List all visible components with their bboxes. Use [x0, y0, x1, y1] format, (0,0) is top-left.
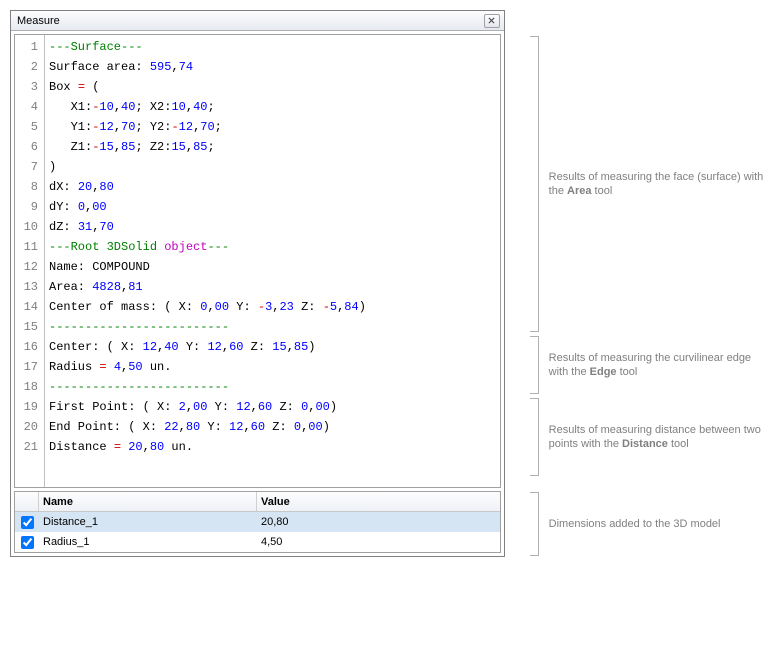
- code-lines: ---Surface---Surface area: 595,74Box = (…: [45, 35, 370, 487]
- code-line: Area: 4828,81: [49, 277, 366, 297]
- code-line: ---Root 3DSolid object---: [49, 237, 366, 257]
- annotation-text: Results of measuring the face (surface) …: [549, 170, 765, 198]
- col-name[interactable]: Name: [39, 492, 257, 511]
- row-name: Radius_1: [39, 536, 257, 548]
- code-line: X1:-10,40; X2:10,40;: [49, 97, 366, 117]
- code-line: dZ: 31,70: [49, 217, 366, 237]
- code-line: End Point: ( X: 22,80 Y: 12,60 Z: 0,00): [49, 417, 366, 437]
- bracket-icon: [519, 398, 539, 476]
- annotation: Results of measuring the curvilinear edg…: [519, 336, 765, 394]
- code-line: ---Surface---: [49, 37, 366, 57]
- table-body: Distance_120,80Radius_14,50: [15, 512, 500, 552]
- measure-panel: Measure 12345678910111213141516171819202…: [10, 10, 505, 557]
- close-icon: [488, 17, 495, 24]
- code-line: ): [49, 157, 366, 177]
- annotation: Results of measuring the face (surface) …: [519, 36, 765, 332]
- table-row[interactable]: Distance_120,80: [15, 512, 500, 532]
- annotation: Results of measuring distance between tw…: [519, 398, 765, 476]
- bracket-icon: [519, 36, 539, 332]
- row-name: Distance_1: [39, 516, 257, 528]
- code-line: dY: 0,00: [49, 197, 366, 217]
- titlebar[interactable]: Measure: [11, 11, 504, 31]
- annotations: Results of measuring the face (surface) …: [519, 10, 767, 557]
- code-line: Name: COMPOUND: [49, 257, 366, 277]
- code-line: -------------------------: [49, 377, 366, 397]
- row-value: 20,80: [257, 516, 500, 528]
- dimensions-table: Name Value Distance_120,80Radius_14,50: [14, 491, 501, 553]
- code-line: Radius = 4,50 un.: [49, 357, 366, 377]
- annotation: Dimensions added to the 3D model: [519, 492, 721, 556]
- code-line: Y1:-12,70; Y2:-12,70;: [49, 117, 366, 137]
- row-value: 4,50: [257, 536, 500, 548]
- row-checkbox[interactable]: [21, 536, 34, 549]
- annotation-text: Results of measuring distance between tw…: [549, 423, 765, 451]
- table-row[interactable]: Radius_14,50: [15, 532, 500, 552]
- annotation-text: Dimensions added to the 3D model: [549, 517, 721, 531]
- line-gutter: 123456789101112131415161718192021: [15, 35, 45, 487]
- code-line: -------------------------: [49, 317, 366, 337]
- code-line: First Point: ( X: 2,00 Y: 12,60 Z: 0,00): [49, 397, 366, 417]
- code-line: Surface area: 595,74: [49, 57, 366, 77]
- bracket-icon: [519, 492, 539, 556]
- code-line: Z1:-15,85; Z2:15,85;: [49, 137, 366, 157]
- close-button[interactable]: [484, 14, 500, 28]
- col-value[interactable]: Value: [257, 492, 500, 511]
- code-line: Center: ( X: 12,40 Y: 12,60 Z: 15,85): [49, 337, 366, 357]
- annotation-text: Results of measuring the curvilinear edg…: [549, 351, 765, 379]
- row-checkbox[interactable]: [21, 516, 34, 529]
- panel-title: Measure: [17, 15, 60, 27]
- code-area[interactable]: 123456789101112131415161718192021 ---Sur…: [14, 34, 501, 488]
- code-line: Distance = 20,80 un.: [49, 437, 366, 457]
- col-check: [15, 492, 39, 511]
- code-line: Box = (: [49, 77, 366, 97]
- table-header: Name Value: [15, 492, 500, 512]
- bracket-icon: [519, 336, 539, 394]
- code-line: dX: 20,80: [49, 177, 366, 197]
- code-line: Center of mass: ( X: 0,00 Y: -3,23 Z: -5…: [49, 297, 366, 317]
